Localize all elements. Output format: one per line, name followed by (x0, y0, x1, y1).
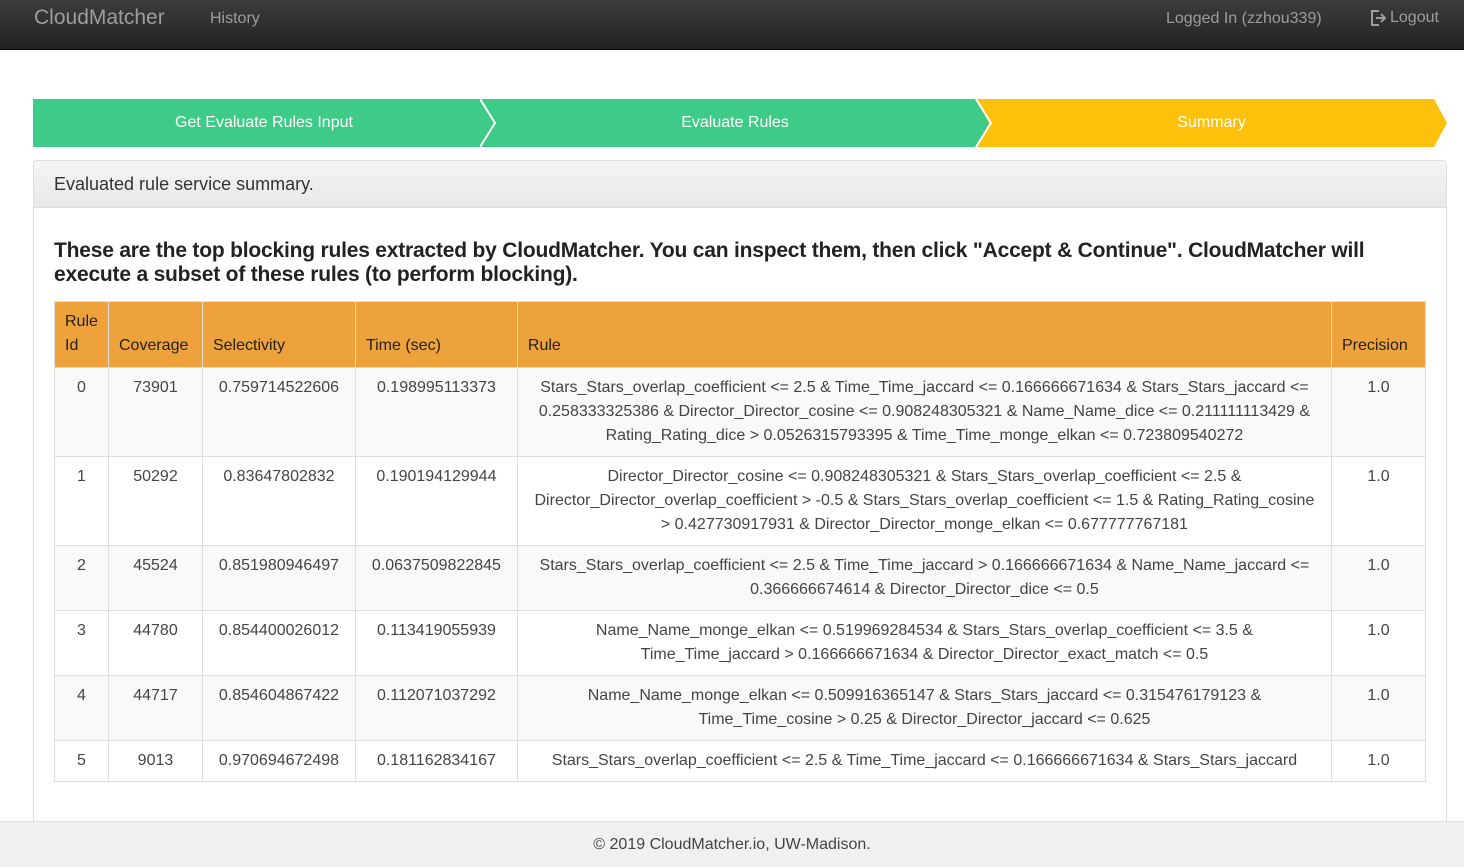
cell-coverage: 9013 (107, 740, 203, 782)
cell-rule: Director_Director_cosine <= 0.9082483053… (516, 456, 1332, 546)
cell-rule-id: 1 (54, 456, 109, 546)
step-evaluate-rules[interactable]: Evaluate Rules (480, 99, 990, 147)
cell-rule-id: 4 (54, 675, 109, 741)
col-header-precision[interactable]: Precision (1330, 301, 1427, 368)
cell-rule: Name_Name_monge_elkan <= 0.519969284534 … (516, 610, 1332, 676)
nav-history-link[interactable]: History (210, 9, 260, 29)
cell-rule: Name_Name_monge_elkan <= 0.509916365147 … (516, 675, 1332, 741)
cell-time: 0.113419055939 (354, 610, 518, 676)
table-row: 1 50292 0.83647802832 0.190194129944 Dir… (54, 456, 1427, 546)
cell-time: 0.190194129944 (354, 456, 518, 546)
table-row: 0 73901 0.759714522606 0.198995113373 St… (54, 367, 1427, 457)
table-header-row: Rule Id Coverage Selectivity Time (sec) … (54, 301, 1427, 368)
cell-rule-id: 2 (54, 545, 109, 611)
cell-rule: Stars_Stars_overlap_coefficient <= 2.5 &… (516, 545, 1332, 611)
cell-rule-id: 5 (54, 740, 109, 782)
cell-coverage: 44717 (107, 675, 203, 741)
col-header-rule[interactable]: Rule (516, 301, 1332, 368)
cell-precision: 1.0 (1330, 367, 1427, 457)
cell-rule-id: 3 (54, 610, 109, 676)
table-row: 4 44717 0.854604867422 0.112071037292 Na… (54, 675, 1427, 741)
cell-rule: Stars_Stars_overlap_coefficient <= 2.5 &… (516, 740, 1332, 782)
table-row: 3 44780 0.854400026012 0.113419055939 Na… (54, 610, 1427, 676)
cell-coverage: 45524 (107, 545, 203, 611)
cell-precision: 1.0 (1330, 740, 1427, 782)
table-row: 2 45524 0.851980946497 0.0637509822845 S… (54, 545, 1427, 611)
col-header-coverage[interactable]: Coverage (107, 301, 203, 368)
cell-coverage: 73901 (107, 367, 203, 457)
cell-precision: 1.0 (1330, 675, 1427, 741)
table-row: 5 9013 0.970694672498 0.181162834167 Sta… (54, 740, 1427, 782)
cell-selectivity: 0.851980946497 (201, 545, 356, 611)
logout-icon (1371, 10, 1387, 26)
panel-heading: Evaluated rule service summary. (34, 161, 1446, 208)
cell-time: 0.198995113373 (354, 367, 518, 457)
cell-selectivity: 0.854604867422 (201, 675, 356, 741)
cell-precision: 1.0 (1330, 545, 1427, 611)
cell-rule-id: 0 (54, 367, 109, 457)
cell-precision: 1.0 (1330, 456, 1427, 546)
page-footer: © 2019 CloudMatcher.io, UW-Madison. (0, 821, 1464, 867)
cell-coverage: 44780 (107, 610, 203, 676)
logout-link[interactable]: Logout (1370, 8, 1439, 28)
cell-selectivity: 0.83647802832 (201, 456, 356, 546)
cell-precision: 1.0 (1330, 610, 1427, 676)
col-header-rule-id[interactable]: Rule Id (54, 301, 109, 368)
col-header-time[interactable]: Time (sec) (354, 301, 518, 368)
wizard-steps: Get Evaluate Rules Input Evaluate Rules … (33, 99, 1447, 147)
cell-time: 0.0637509822845 (354, 545, 518, 611)
cell-selectivity: 0.759714522606 (201, 367, 356, 457)
top-navbar: CloudMatcher History Logged In (zzhou339… (0, 0, 1464, 50)
logged-in-user[interactable]: Logged In (zzhou339) (1166, 9, 1322, 29)
cell-rule: Stars_Stars_overlap_coefficient <= 2.5 &… (516, 367, 1332, 457)
cell-selectivity: 0.854400026012 (201, 610, 356, 676)
cell-coverage: 50292 (107, 456, 203, 546)
col-header-selectivity[interactable]: Selectivity (201, 301, 356, 368)
step-separator (976, 99, 993, 147)
logout-label: Logout (1390, 9, 1439, 26)
step-get-evaluate-rules-input[interactable]: Get Evaluate Rules Input (33, 99, 495, 147)
cell-selectivity: 0.970694672498 (201, 740, 356, 782)
cell-time: 0.112071037292 (354, 675, 518, 741)
rules-table: Rule Id Coverage Selectivity Time (sec) … (54, 301, 1427, 782)
summary-panel: Evaluated rule service summary. These ar… (33, 160, 1447, 860)
intro-text: These are the top blocking rules extract… (54, 239, 1365, 286)
step-separator (480, 99, 497, 147)
step-summary[interactable]: Summary (976, 99, 1447, 147)
brand-link[interactable]: CloudMatcher (34, 6, 165, 30)
cell-time: 0.181162834167 (354, 740, 518, 782)
